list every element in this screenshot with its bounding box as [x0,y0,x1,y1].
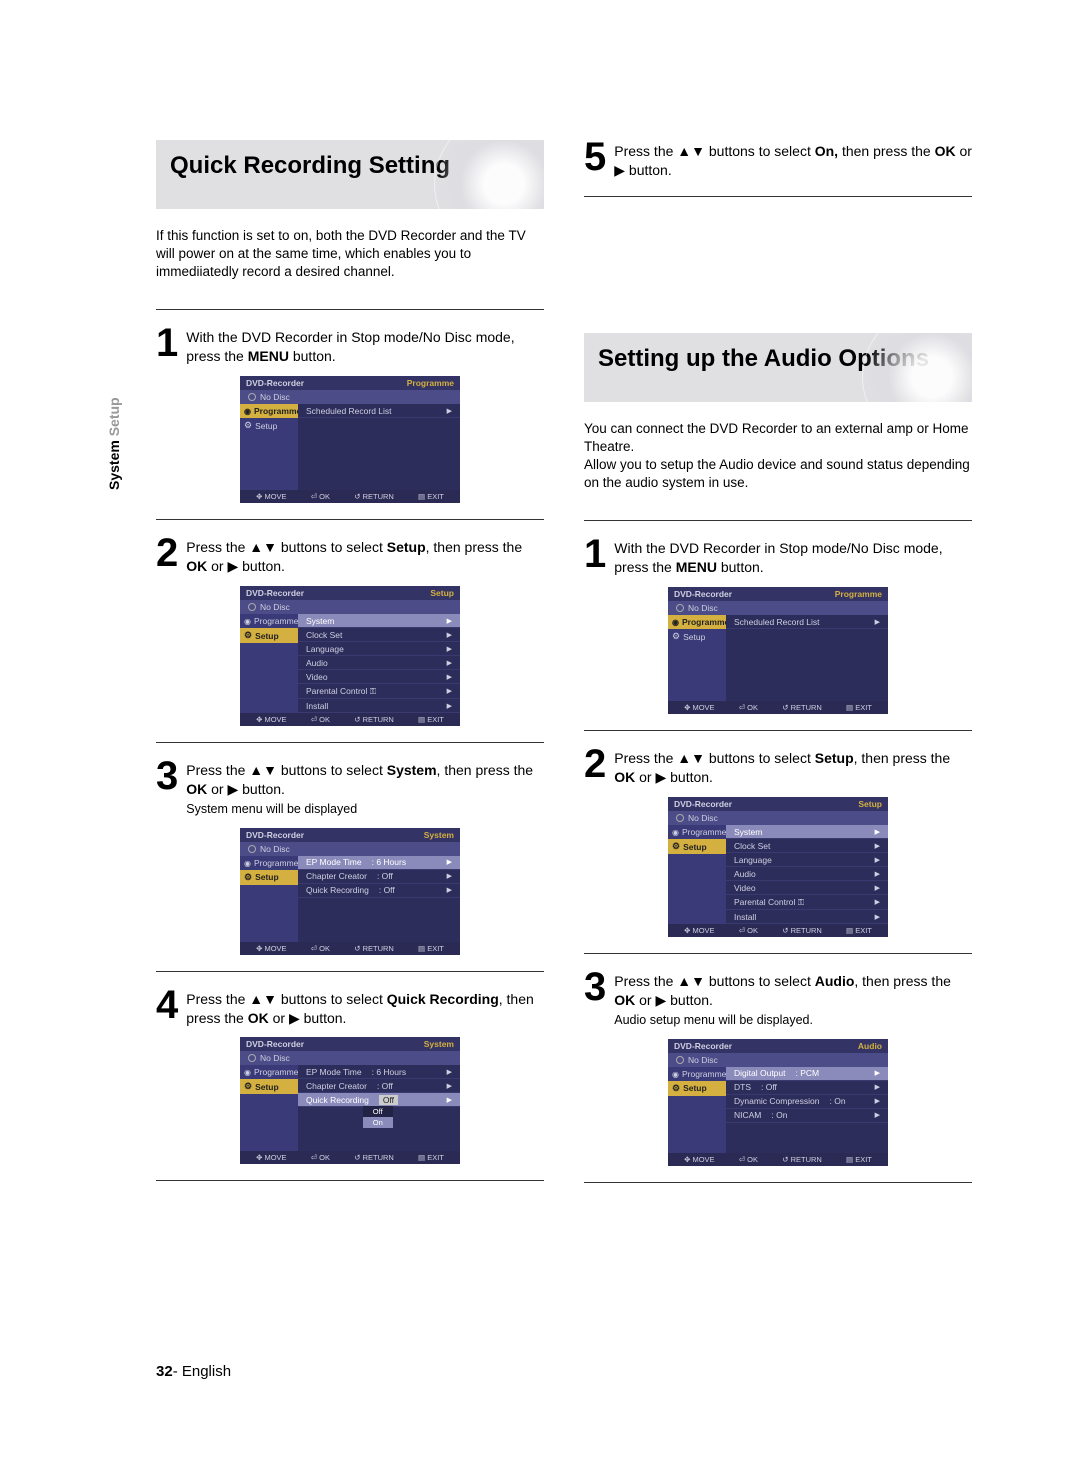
osd-setup-r: DVD-RecorderSetup No Disc Programme Setu… [668,797,888,937]
step-5-text: Press the ▲▼ buttons to select On, then … [614,140,972,180]
osd-programme: DVD-RecorderProgramme No Disc Programme … [240,376,460,503]
step-1-text: With the DVD Recorder in Stop mode/No Di… [186,326,544,366]
osd-system: DVD-RecorderSystem No Disc Programme Set… [240,828,460,955]
intro-quick-recording: If this function is set to on, both the … [156,227,544,282]
tv-icon [244,406,251,416]
right-column: 5 Press the ▲▼ buttons to select On, the… [584,140,972,1199]
step-2: 2 Press the ▲▼ buttons to select Setup, … [156,536,544,576]
osd-audio: DVD-RecorderAudio No Disc Programme Setu… [668,1039,888,1166]
audio-step-3: 3 Press the ▲▼ buttons to select Audio, … [584,970,972,1029]
divider [156,742,544,743]
disc-decoration [434,140,544,209]
osd-setup: DVD-RecorderSetup No Disc Programme Setu… [240,586,460,726]
page-footer: 32- English [156,1363,231,1380]
divider [584,953,972,954]
step-3: 3 Press the ▲▼ buttons to select System,… [156,759,544,818]
disc-decoration [862,333,972,402]
step-number: 2 [156,536,178,576]
gear-icon [244,420,252,431]
section-audio-options: Setting up the Audio Options [584,333,972,402]
step-5: 5 Press the ▲▼ buttons to select On, the… [584,140,972,180]
step-number: 5 [584,140,606,180]
side-tab: System Setup [106,397,122,490]
divider [156,971,544,972]
step-3-text: Press the ▲▼ buttons to select System, t… [186,759,544,818]
step-number: 1 [584,537,606,577]
audio-step-1: 1 With the DVD Recorder in Stop mode/No … [584,537,972,577]
disc-icon [248,393,256,401]
divider [584,196,972,197]
step-number: 3 [584,970,606,1029]
left-column: Quick Recording Setting If this function… [156,140,544,1199]
section-quick-recording: Quick Recording Setting [156,140,544,209]
setup-list: System▶ Clock Set▶ Language▶ Audio▶ Vide… [298,614,460,713]
step-number: 3 [156,759,178,818]
step-4-text: Press the ▲▼ buttons to select Quick Rec… [186,988,544,1028]
divider [584,520,972,521]
dropdown-options: Off On [363,1106,393,1128]
divider [584,1182,972,1183]
divider [156,519,544,520]
divider [584,730,972,731]
step-4: 4 Press the ▲▼ buttons to select Quick R… [156,988,544,1028]
disc-icon [248,603,256,611]
step-number: 4 [156,988,178,1028]
step-1: 1 With the DVD Recorder in Stop mode/No … [156,326,544,366]
divider [156,309,544,310]
osd-quick-recording: DVD-RecorderSystem No Disc Programme Set… [240,1037,460,1164]
intro-audio: You can connect the DVD Recorder to an e… [584,420,972,493]
audio-step-2: 2 Press the ▲▼ buttons to select Setup, … [584,747,972,787]
step-number: 2 [584,747,606,787]
osd-programme-r: DVD-RecorderProgramme No Disc Programme … [668,587,888,714]
divider [156,1180,544,1181]
step-2-text: Press the ▲▼ buttons to select Setup, th… [186,536,544,576]
step-number: 1 [156,326,178,366]
